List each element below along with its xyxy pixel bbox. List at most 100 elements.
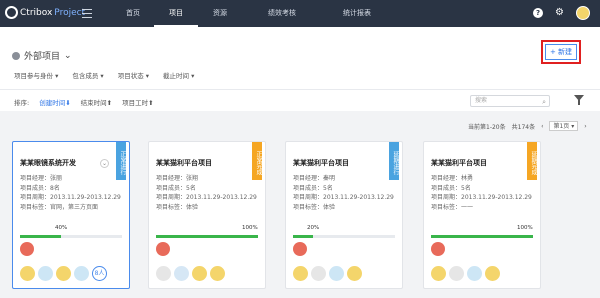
prev-page-icon[interactable]: ‹ [541,123,543,130]
top-navbar: Ctribox Project 首页 项目 资源 绩效考核 统计报表 ? ⚙ [0,0,600,27]
progress-label: 40% [55,225,68,231]
member-avatar[interactable] [56,266,71,281]
help-icon[interactable]: ? [533,8,544,18]
member-avatar[interactable] [192,266,207,281]
member-list: 8人 [20,266,107,281]
project-manager: 项目经理：秦明 [293,175,336,182]
project-members: 项目成员：5名 [431,184,471,192]
member-avatar[interactable] [347,266,362,281]
member-avatar[interactable] [449,266,464,281]
app-logo[interactable]: Ctribox Project [5,6,85,19]
member-avatar[interactable] [174,266,189,281]
member-count[interactable]: 8人 [92,266,107,281]
globe-icon [12,51,20,60]
project-card[interactable]: 延期完成 某某猫利平台项目 项目经理：林勇 项目成员：5名 项目周期：2013.… [423,141,541,289]
member-avatar[interactable] [467,266,482,281]
filter-deadline[interactable]: 截止时间 ▾ [163,70,194,80]
project-info: 项目经理：张丽 项目成员：8名 项目周期：2013.11.29-2013.12.… [20,174,121,212]
member-avatar[interactable] [20,266,35,281]
new-project-button[interactable]: + 新建 [545,44,577,60]
member-list [156,266,225,281]
project-period: 项目周期：2013.11.29-2013.12.29 [293,194,394,201]
logo-text: Ctribox [20,7,53,18]
project-manager: 项目经理：张翔 [156,175,199,182]
project-tags: 项目标签：一一 [431,203,474,211]
nav-projects[interactable]: 项目 [154,0,198,27]
project-period: 项目周期：2013.11.29-2013.12.29 [20,194,121,201]
member-avatar[interactable] [311,266,326,281]
user-avatar[interactable] [576,6,590,20]
progress-label: 20% [307,225,320,231]
owner-avatar[interactable] [20,242,34,256]
project-name[interactable]: 某某眼镜系统开发 [20,158,76,168]
progress-label: 100% [517,225,533,231]
project-period: 项目周期：2013.11.29-2013.12.29 [156,194,257,201]
nav-home[interactable]: 首页 [112,0,154,27]
progress-bar [20,235,122,238]
owner-avatar[interactable] [293,242,307,256]
sort-bar: 排序: 创建时间⬇ 结束时间⬆ 项目工时⬆ 搜索 ⌕ [0,89,600,111]
search-input[interactable]: 搜索 ⌕ [470,95,550,107]
main-nav: 首页 项目 资源 绩效考核 统计报表 [112,0,392,27]
project-members: 项目成员：5名 [156,184,196,192]
chevron-down-icon[interactable]: ⌄ [100,159,109,168]
project-name[interactable]: 某某猫利平台项目 [431,158,487,168]
project-card[interactable]: 正常完成 某某猫利平台项目 项目经理：张翔 项目成员：5名 项目周期：2013.… [148,141,266,289]
member-avatar[interactable] [431,266,446,281]
project-info: 项目经理：林勇 项目成员：5名 项目周期：2013.11.29-2013.12.… [431,174,532,212]
page-title-text: 外部项目 [24,52,61,62]
project-tags: 项目标签：体验 [156,203,199,211]
filter-role[interactable]: 项目参与身份 ▾ [14,70,58,80]
owner-avatar[interactable] [431,242,445,256]
pagination: 当前第1-20条 共174条 ‹ 第1页 ▾ › [468,121,587,131]
pager-range: 当前第1-20条 [468,123,506,131]
sort-created[interactable]: 创建时间⬇ [39,97,70,107]
member-avatar[interactable] [293,266,308,281]
project-name[interactable]: 某某猫利平台项目 [293,158,349,168]
progress-bar [156,235,258,238]
sort-end[interactable]: 结束时间⬆ [81,97,112,107]
gear-icon[interactable]: ⚙ [555,8,564,18]
project-manager: 项目经理：张丽 [20,175,63,182]
project-name[interactable]: 某某猫利平台项目 [156,158,212,168]
member-avatar[interactable] [485,266,500,281]
member-avatar[interactable] [210,266,225,281]
nav-reports[interactable]: 统计报表 [322,0,392,27]
pager-total: 共174条 [511,123,536,131]
project-members: 项目成员：5名 [293,184,333,192]
logo-icon [5,6,18,19]
chevron-down-icon: ⌄ [64,50,72,61]
project-tags: 项目标签：官网，第三方页面 [20,203,99,211]
progress-bar [431,235,533,238]
project-card[interactable]: 正常进行 ⌄ 某某眼镜系统开发 项目经理：张丽 项目成员：8名 项目周期：201… [12,141,130,289]
member-avatar[interactable] [74,266,89,281]
filter-panel: 外部项目 ⌄ + 新建 项目参与身份 ▾ 包含成员 ▾ 项目状态 ▾ 截止时间 … [0,27,600,89]
progress-label: 100% [242,225,258,231]
project-tags: 项目标签：体验 [293,203,336,211]
filter-icon[interactable] [574,95,584,105]
next-page-icon[interactable]: › [584,123,586,130]
filter-members[interactable]: 包含成员 ▾ [72,70,103,80]
nav-resources[interactable]: 资源 [198,0,242,27]
member-avatar[interactable] [38,266,53,281]
member-list [293,266,362,281]
member-list [431,266,500,281]
owner-avatar[interactable] [156,242,170,256]
page-select[interactable]: 第1页 ▾ [549,121,579,131]
sort-hours[interactable]: 项目工时⬆ [122,97,153,107]
filter-status[interactable]: 项目状态 ▾ [118,70,149,80]
project-members: 项目成员：8名 [20,184,60,192]
project-card[interactable]: 延期进行 某某猫利平台项目 项目经理：秦明 项目成员：5名 项目周期：2013.… [285,141,403,289]
project-period: 项目周期：2013.11.29-2013.12.29 [431,194,532,201]
project-manager: 项目经理：林勇 [431,175,474,182]
progress-bar [293,235,395,238]
page-title[interactable]: 外部项目 ⌄ [12,49,72,62]
project-info: 项目经理：张翔 项目成员：5名 项目周期：2013.11.29-2013.12.… [156,174,257,212]
menu-icon[interactable] [82,9,92,21]
nav-performance[interactable]: 绩效考核 [242,0,322,27]
member-avatar[interactable] [156,266,171,281]
search-icon: ⌕ [542,98,546,106]
sort-label: 排序: [14,99,30,107]
member-avatar[interactable] [329,266,344,281]
logo-subtext: Project [54,7,86,18]
